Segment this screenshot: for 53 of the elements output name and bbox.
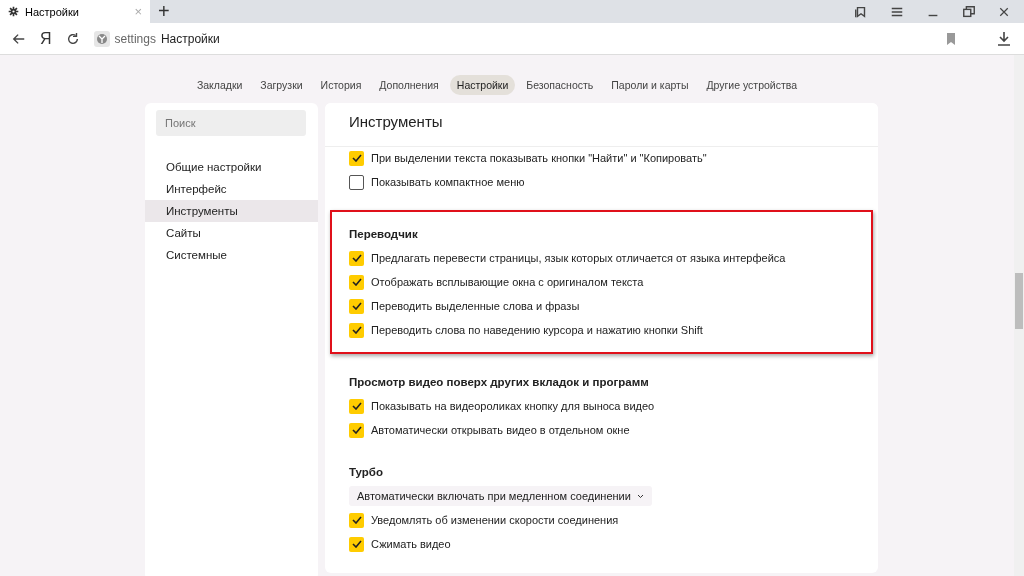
download-icon[interactable] (996, 30, 1012, 47)
reload-icon[interactable] (65, 31, 80, 46)
checkbox-label: При выделении текста показывать кнопки "Найти" и "Копировать" (371, 152, 707, 164)
checkbox-label: Отображать всплывающие окна с оригиналом текста (371, 276, 644, 288)
group-title: Турбо (349, 466, 384, 478)
sidebar-item[interactable]: Системные (145, 244, 318, 266)
checkbox[interactable] (349, 322, 364, 338)
search-field[interactable]: Поиск (156, 110, 306, 136)
checkbox-label: Сжимать видео (371, 538, 451, 550)
chevron-icon (636, 493, 644, 499)
sidebar-item[interactable]: Интерфейс (145, 178, 318, 200)
checkbox[interactable] (349, 536, 364, 552)
nav-tab[interactable]: Дополнения (372, 75, 446, 95)
sidebar-item[interactable]: Сайты (145, 222, 318, 244)
gear-icon[interactable] (8, 6, 19, 17)
sidebar-item[interactable]: Общие настройки (145, 156, 318, 178)
group-title: Просмотр видео поверх других вкладок и программ (349, 376, 650, 388)
browser-tab[interactable]: Настройки × (0, 0, 150, 23)
nav-tab[interactable]: Настройки (449, 75, 516, 95)
checkbox[interactable] (349, 274, 364, 290)
group-title: Переводчик (349, 228, 419, 240)
bookmark-icon[interactable] (946, 32, 956, 45)
checkbox[interactable] (349, 512, 364, 528)
checkbox-label: Предлагать перевести страницы, язык которых отличается от языка интерфейса (371, 252, 786, 264)
checkbox-label: Автоматически открывать видео в отдельном окне (371, 424, 630, 436)
new-tab-button[interactable]: + (150, 0, 178, 23)
back-icon[interactable] (12, 31, 26, 46)
scrollbar[interactable] (1014, 55, 1024, 576)
nav-tab[interactable]: Загрузки (253, 75, 310, 95)
page-title: Настройки (160, 31, 220, 46)
nav-tab[interactable]: Другие устройства (699, 75, 805, 95)
checkbox-label: Переводить выделенные слова и фразы (371, 300, 580, 312)
checkbox-label: Переводить слова по наведению курсора и нажатию кнопки Shift (371, 324, 703, 336)
restore-icon[interactable] (962, 4, 976, 19)
close-icon[interactable] (998, 5, 1010, 18)
checkbox[interactable] (349, 250, 364, 266)
logo[interactable]: Я (40, 29, 52, 48)
bookmarks-icon[interactable] (854, 4, 868, 19)
sidebar-item[interactable]: Инструменты (145, 200, 318, 222)
checkbox-label: Уведомлять об изменении скорости соединения (371, 514, 619, 526)
checkbox-label: Показывать на видеороликах кнопку для выноса видео (371, 400, 655, 412)
nav-tab[interactable]: История (313, 75, 369, 95)
nav-tab[interactable]: Безопасность (519, 75, 601, 95)
checkbox[interactable] (349, 398, 364, 414)
url-scheme: settings (114, 31, 156, 46)
nav-tab[interactable]: Пароли и карты (604, 75, 696, 95)
nav-tab[interactable]: Закладки (189, 75, 250, 95)
checkbox[interactable] (349, 422, 364, 438)
checkbox[interactable] (349, 298, 364, 314)
checkbox-label: Показывать компактное меню (371, 176, 525, 188)
checkbox[interactable] (349, 150, 364, 166)
dropdown[interactable]: Автоматически включать при медленном соединении (349, 486, 652, 506)
checkbox[interactable] (349, 174, 364, 190)
